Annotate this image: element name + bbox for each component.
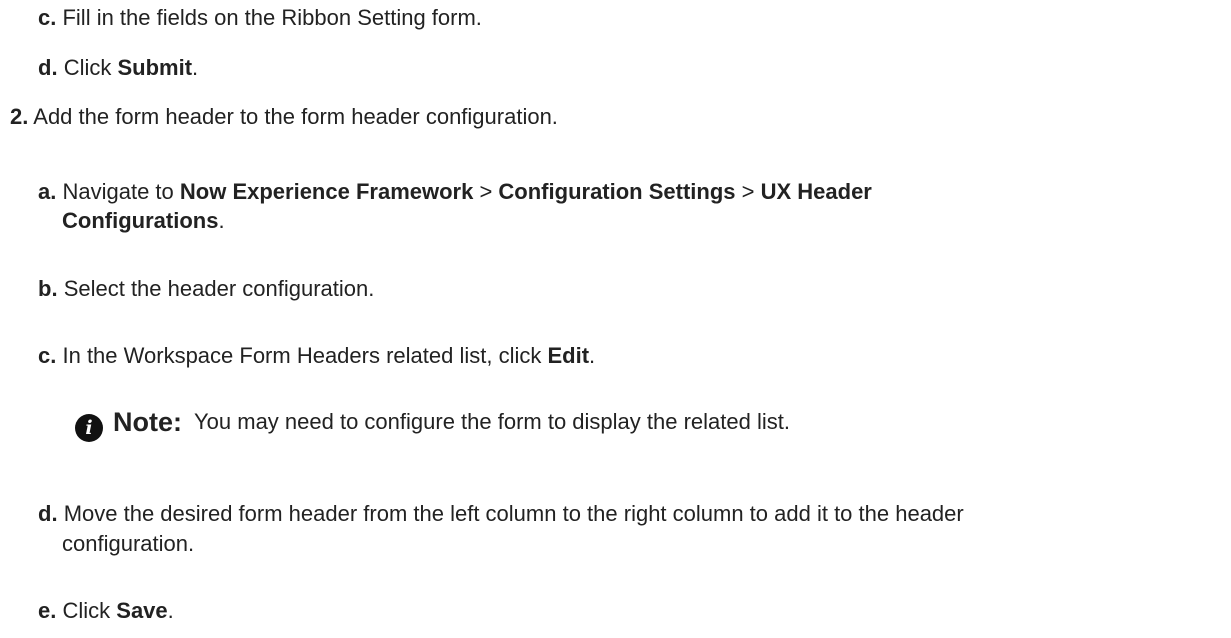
nav-configuration-settings: Configuration Settings [498,179,736,204]
step-text: Select the header configuration. [63,276,375,301]
step-marker: d. [38,55,58,80]
note-label: Note: [113,407,182,437]
step-text: configuration. [62,531,195,556]
step-text-prefix: Click [62,598,117,623]
save-label: Save [116,598,168,623]
edit-label: Edit [547,343,590,368]
step-text-prefix: In the Workspace Form Headers related li… [62,343,548,368]
step-c-fill-fields: c. Fill in the fields on the Ribbon Sett… [38,4,482,32]
step-marker: b. [38,276,58,301]
step-text-prefix: Click [63,55,118,80]
note-callout: i Note: You may need to configure the fo… [75,405,790,442]
step-text: Add the form header to the form header c… [33,104,558,129]
step-text-prefix: Navigate to [62,179,180,204]
step-text: Move the desired form header from the le… [63,501,964,526]
nav-separator: > [735,179,761,204]
step-a-navigate: a. Navigate to Now Experience Framework … [38,178,872,206]
step-b-select-header: b. Select the header configuration. [38,275,374,303]
step-c-click-edit: c. In the Workspace Form Headers related… [38,342,595,370]
step-a-navigate-continued: Configurations. [62,207,225,235]
step-d-move-header-continued: configuration. [62,530,194,558]
nav-separator: > [473,179,499,204]
step-e-click-save: e. Click Save. [38,597,174,625]
step-marker: e. [38,598,57,623]
nav-ux-header-part2: Configurations [62,208,219,233]
nav-ux-header-part1: UX Header [760,179,872,204]
step-marker: c. [38,343,57,368]
step-text-suffix: . [589,343,596,368]
step-text-suffix: . [218,208,225,233]
nav-now-experience-framework: Now Experience Framework [179,179,474,204]
step-d-move-header: d. Move the desired form header from the… [38,500,964,528]
step-text-suffix: . [167,598,174,623]
step-2-add-form-header: 2. Add the form header to the form heade… [10,103,558,131]
submit-label: Submit [117,55,193,80]
step-d-click-submit: d. Click Submit. [38,54,198,82]
step-marker: c. [38,5,57,30]
info-icon: i [75,414,103,442]
note-text: You may need to configure the form to di… [194,409,790,434]
step-text-suffix: . [192,55,199,80]
step-marker: a. [38,179,57,204]
step-marker: d. [38,501,58,526]
step-text: Fill in the fields on the Ribbon Setting… [62,5,482,30]
step-marker: 2. [10,104,29,129]
